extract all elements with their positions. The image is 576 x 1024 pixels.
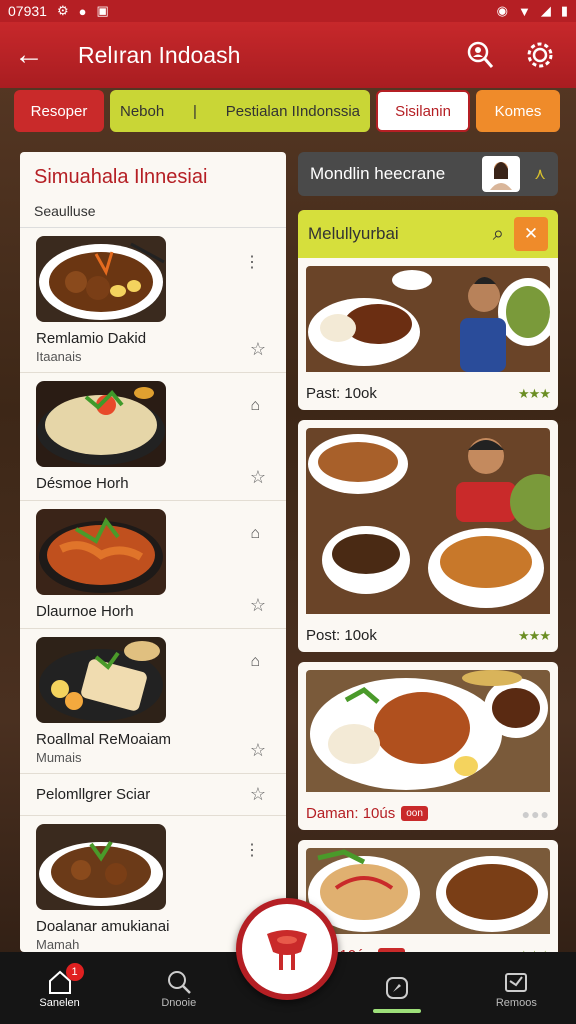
price-label: Daman: 10ús (306, 805, 396, 822)
featured-header-label: Mondlin heecrane (310, 164, 446, 183)
featured-header[interactable]: Mondlin heecrane ⋏ (298, 152, 558, 196)
nav-explore[interactable] (347, 973, 447, 1013)
chip-neboh[interactable]: Neboh | Pestialan IIndonssia (110, 90, 370, 132)
dish-name: Roallmal ReMoaiam (36, 731, 172, 748)
status-bar: 07931 ⚙ ● ▣ ◉ ▼ ◢ ▮ (0, 0, 576, 22)
chip-label-a: Neboh (120, 102, 165, 120)
shuffle-icon[interactable]: ✕ (514, 217, 548, 251)
nav-search[interactable]: Dnooie (129, 967, 229, 1009)
chip-divider: | (193, 102, 197, 120)
promo-tag: oon (401, 806, 428, 821)
recipe-list-panel: Simuahala Ilnnesiai Seaulluse Remlamio D… (20, 152, 286, 952)
featured-section-bar: Melullyurbai ⌕ ✕ (298, 210, 558, 258)
featured-card[interactable]: Past: 10ok ★★★ (298, 258, 558, 410)
search-icon (129, 967, 229, 997)
nav-label: Remoos (495, 997, 537, 1009)
star-outline-icon[interactable]: ☆ (250, 595, 266, 616)
card-footer: Daman: 10ús oon ●●● (306, 805, 550, 822)
list-item[interactable]: Pelomllgrer Sciar ☆ (20, 774, 286, 816)
battery-status-icon: ▮ (560, 3, 568, 18)
featured-dish-image (306, 428, 550, 619)
star-outline-icon[interactable]: ☆ (250, 339, 266, 360)
home-icon (10, 967, 110, 997)
chip-resoper[interactable]: Resoper (14, 90, 104, 132)
dish-name: Pelomllgrer Sciar (36, 786, 151, 803)
section-title: Melullyurbai (308, 224, 399, 243)
price-label: Past: 10ok (306, 385, 377, 402)
settings-gear-icon[interactable] (518, 33, 562, 77)
featured-dish-image (306, 670, 550, 797)
featured-dish-image (306, 266, 550, 377)
dish-name: Remlamio Dakid (36, 330, 147, 347)
page-title: Relıran Indoash (78, 41, 241, 68)
share-icon[interactable]: ⌂ (250, 525, 260, 543)
chip-label-b: Pestialan IIndonssia (225, 102, 360, 120)
message-status-icon: ● (78, 3, 87, 19)
price-label: Post: 10ok (306, 627, 377, 644)
location-status-icon: ◉ (496, 3, 508, 18)
settings-status-icon: ⚙ (56, 3, 69, 18)
image-status-icon: ▣ (96, 3, 109, 18)
dish-name: Désmoe Horh (36, 475, 129, 492)
back-arrow-icon[interactable]: ← (14, 38, 58, 72)
chip-label: Sisilanin (395, 102, 451, 120)
signal-status-icon: ◢ (540, 3, 551, 18)
share-icon[interactable]: ⌂ (250, 653, 260, 671)
avatar[interactable] (482, 156, 521, 192)
list-item[interactable]: Remlamio Dakid Itaanais ⋮ ☆ (20, 228, 286, 373)
dish-image (36, 381, 166, 467)
list-item[interactable]: Dlaurnoe Horh ⌂ ☆ (20, 501, 286, 629)
nav-label: Dnooie (161, 997, 197, 1009)
more-vert-icon[interactable]: ⋮ (244, 252, 260, 272)
chip-label: Resoper (30, 102, 88, 120)
dish-note: Itaanais (36, 349, 82, 364)
dish-name: Doalanar amukianai (36, 918, 170, 935)
featured-card[interactable]: Post: 10ok ★★★ (298, 420, 558, 652)
list-item[interactable]: Roallmal ReMoaiam Mumais ⌂ ☆ (20, 629, 286, 774)
wifi-status-icon: ▼ (517, 3, 531, 19)
dish-note: Mamah (36, 937, 80, 952)
cooking-pot-icon (263, 922, 311, 977)
featured-panel: Mondlin heecrane ⋏ Melullyurbai ⌕ ✕ Past… (298, 152, 558, 972)
dish-name: Dlaurnoe Horh (36, 603, 134, 620)
featured-dish-image (306, 848, 550, 939)
compass-icon (347, 973, 447, 1003)
nav-remoos[interactable]: Remoos (466, 967, 566, 1009)
star-outline-icon[interactable]: ☆ (250, 467, 266, 488)
dish-image (36, 824, 166, 910)
dish-image (36, 236, 166, 322)
card-footer: Post: 10ok ★★★ (306, 627, 551, 644)
more-vert-icon[interactable]: ⋮ (244, 840, 260, 860)
rating-stars-icon: ★★★ (518, 627, 551, 643)
status-time: 07931 (8, 3, 47, 19)
search-icon[interactable]: ⌕ (493, 223, 504, 246)
list-item[interactable]: Désmoe Horh ⌂ ☆ (20, 373, 286, 501)
dish-image (36, 637, 166, 723)
list-subtitle: Seaulluse (20, 193, 286, 228)
dish-note: Mumais (36, 750, 82, 765)
nav-label: Sanelen (39, 997, 80, 1009)
notification-badge: 1 (65, 963, 84, 981)
filter-chips: Resoper Neboh | Pestialan IIndonssia Sis… (14, 90, 562, 134)
chip-label: Komes (494, 102, 542, 120)
card-footer: Past: 10ok ★★★ (306, 385, 551, 402)
active-indicator (373, 1009, 422, 1013)
app-bar: ← Relıran Indoash (0, 22, 576, 88)
cook-action-button[interactable] (236, 898, 338, 1000)
star-outline-icon[interactable]: ☆ (250, 740, 266, 761)
chip-sisilanin[interactable]: Sisilanin (376, 90, 470, 132)
pager-dots-icon[interactable]: ●●● (522, 806, 550, 822)
chevron-icon[interactable]: ⋏ (534, 164, 546, 184)
inbox-icon (466, 967, 566, 997)
list-title: Simuahala Ilnnesiai (34, 166, 208, 188)
search-person-icon[interactable] (458, 33, 502, 77)
nav-home[interactable]: 1 Sanelen (10, 963, 110, 1009)
rating-stars-icon: ★★★ (518, 385, 551, 401)
share-icon[interactable]: ⌂ (250, 397, 260, 415)
dish-image (36, 509, 166, 595)
featured-card[interactable]: Daman: 10ús oon ●●● (298, 662, 558, 830)
star-outline-icon[interactable]: ☆ (250, 784, 266, 805)
chip-komes[interactable]: Komes (476, 90, 560, 132)
